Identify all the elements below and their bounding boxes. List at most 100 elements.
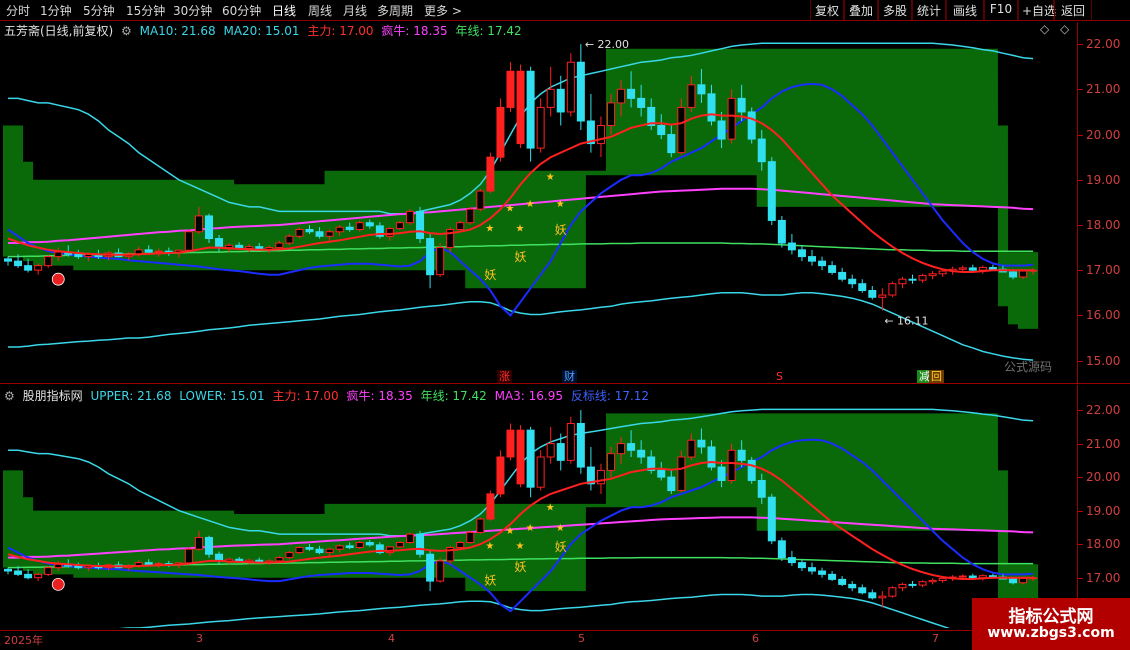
fuquan-button[interactable]: 复权: [810, 0, 844, 20]
candlestick: [757, 479, 766, 498]
y-tick-mark: [1078, 477, 1083, 479]
period-5min[interactable]: 5分钟: [83, 2, 115, 19]
candlestick: [838, 578, 847, 585]
candlestick: [215, 238, 224, 249]
candlestick: [767, 496, 776, 542]
s-marker[interactable]: S: [774, 370, 785, 383]
candlestick: [355, 542, 364, 549]
top-price-chart[interactable]: ★★★★★★妖妖妖← 22.00← 16.11: [0, 36, 1077, 366]
y-tick-mark: [1078, 544, 1083, 546]
multi-stock-button[interactable]: 多股: [878, 0, 912, 20]
candlestick: [536, 106, 545, 149]
high-price-label: ← 22.00: [585, 38, 629, 51]
candlestick: [556, 443, 565, 461]
candlestick: [848, 583, 857, 589]
yao-signal: 妖: [555, 540, 567, 554]
candlestick: [205, 215, 213, 240]
candlestick: [938, 270, 947, 275]
candlestick: [627, 88, 636, 99]
candlestick: [546, 443, 555, 458]
candlestick: [476, 190, 485, 210]
candlestick: [315, 548, 324, 554]
period-week[interactable]: 周线: [308, 2, 332, 19]
period-15min[interactable]: 15分钟: [126, 2, 165, 19]
back-button[interactable]: 返回: [1054, 0, 1092, 20]
candlestick: [1009, 271, 1017, 278]
candlestick: [968, 575, 977, 579]
candlestick: [707, 446, 716, 468]
candlestick: [4, 568, 12, 572]
star-signal: ★: [485, 224, 494, 235]
bottom-price-chart[interactable]: ★★★★★★妖妖妖: [0, 400, 1077, 628]
candlestick: [727, 449, 736, 481]
candlestick: [54, 251, 63, 258]
cai-marker[interactable]: 财: [562, 370, 577, 383]
add-watchlist-button[interactable]: +自选: [1018, 0, 1056, 20]
candlestick: [566, 422, 575, 461]
period-day[interactable]: 日线: [272, 2, 296, 19]
overlay-button[interactable]: 叠加: [844, 0, 878, 20]
yao-signal: 妖: [515, 560, 527, 574]
y-tick-mark: [1078, 443, 1083, 445]
candlestick: [918, 581, 927, 586]
candlestick: [818, 570, 827, 575]
period-60min[interactable]: 60分钟: [222, 2, 261, 19]
star-signal: ★: [526, 199, 535, 210]
candlestick: [345, 545, 354, 549]
candlestick: [677, 106, 686, 154]
yao-signal: 妖: [555, 223, 567, 237]
candlestick: [44, 256, 53, 267]
f10-button[interactable]: F10: [984, 0, 1018, 20]
watermark-title: 指标公式网: [1008, 607, 1094, 627]
candlestick: [285, 552, 294, 559]
candlestick: [576, 61, 585, 122]
stats-button[interactable]: 统计: [912, 0, 946, 20]
source-code-label[interactable]: 公式源码: [1004, 358, 1052, 375]
candlestick: [988, 266, 997, 270]
candlestick: [436, 247, 445, 276]
candlestick: [436, 560, 445, 582]
candlestick: [416, 533, 425, 555]
candlestick: [617, 443, 626, 455]
candlestick: [777, 540, 786, 559]
hui-marker[interactable]: 回: [929, 370, 944, 383]
y-tick-label: 17.00: [1086, 263, 1121, 278]
candlestick: [295, 228, 304, 237]
candlestick: [1019, 577, 1028, 584]
candlestick: [496, 106, 505, 158]
candlestick: [526, 70, 535, 149]
candlestick: [496, 456, 505, 495]
period-fenshi[interactable]: 分时: [6, 2, 30, 19]
date-tick-4: 4: [388, 632, 395, 645]
y-tick-mark: [1078, 510, 1083, 512]
red-ball-icon: [51, 272, 65, 286]
period-month[interactable]: 月线: [343, 2, 367, 19]
candlestick: [345, 226, 354, 230]
candlestick: [848, 278, 857, 285]
draw-line-button[interactable]: 画线: [946, 0, 984, 20]
y-tick-mark: [1078, 134, 1083, 136]
period-multi[interactable]: 多周期: [377, 2, 413, 19]
period-1min[interactable]: 1分钟: [40, 2, 72, 19]
candlestick: [406, 533, 414, 543]
y-tick-mark: [1078, 44, 1083, 46]
candlestick: [536, 456, 545, 488]
candlestick: [968, 267, 977, 271]
candlestick: [637, 97, 646, 108]
candlestick: [486, 156, 495, 192]
y-tick-label: 18.00: [1086, 537, 1121, 552]
candlestick: [858, 587, 867, 594]
candlestick: [184, 548, 193, 564]
candlestick: [546, 88, 555, 108]
candlestick: [194, 215, 203, 233]
period-30min[interactable]: 30分钟: [173, 2, 212, 19]
candlestick: [617, 88, 626, 104]
y-tick-label: 22.00: [1086, 403, 1121, 418]
zhang-marker[interactable]: 涨: [497, 370, 512, 383]
candlestick: [44, 567, 53, 575]
star-signal: ★: [546, 172, 555, 183]
candlestick: [697, 439, 706, 448]
period-more[interactable]: 更多 >: [424, 2, 462, 19]
candlestick: [928, 273, 937, 277]
y-tick-label: 17.00: [1086, 570, 1121, 585]
